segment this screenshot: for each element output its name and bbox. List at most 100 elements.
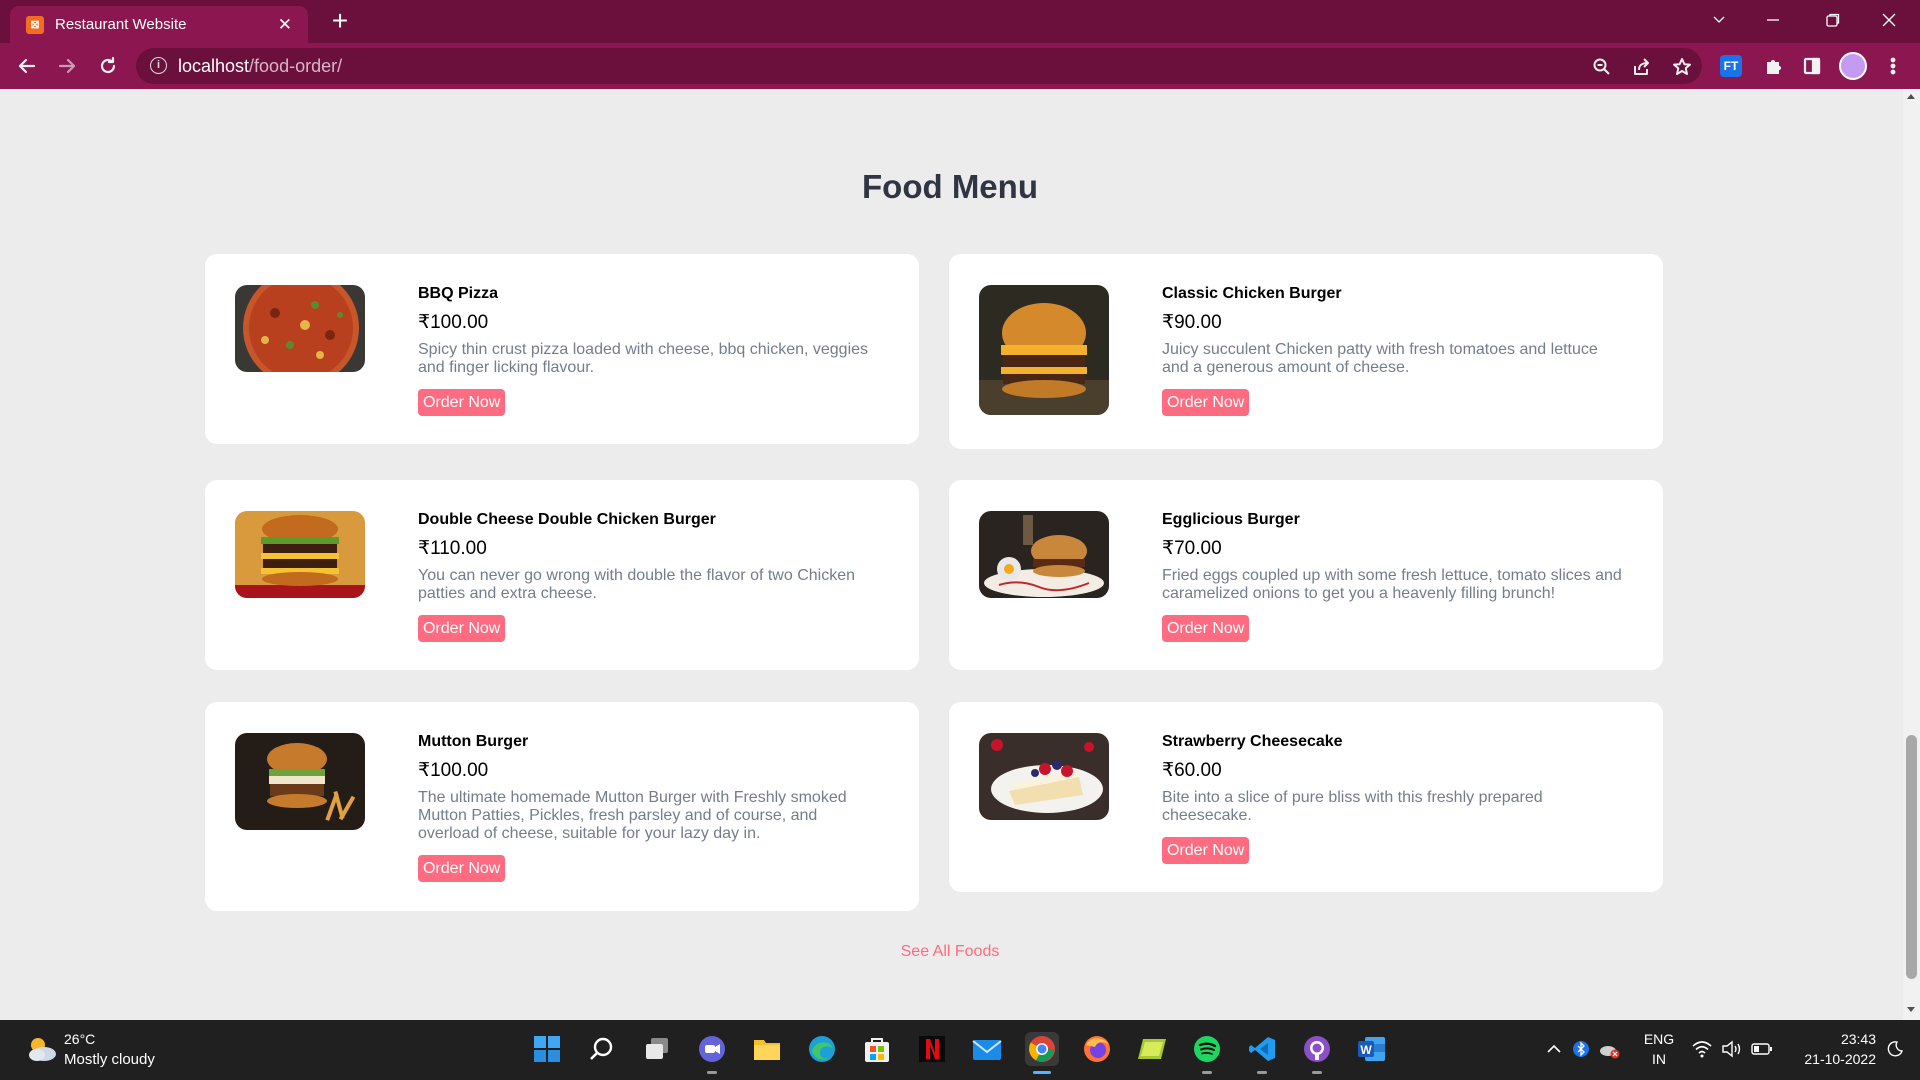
food-price: ₹110.00 [418,538,487,559]
svg-text:W: W [1360,1043,1372,1057]
share-icon[interactable] [1630,55,1654,79]
minimize-icon[interactable] [1750,0,1796,40]
tab-close-icon[interactable]: ✕ [278,6,292,43]
back-arrow-icon[interactable] [12,51,42,81]
tab-restaurant-website[interactable]: ⊠ Restaurant Website ✕ [10,6,308,43]
address-bar[interactable]: i localhost/food-order/ [136,48,1702,84]
food-details: BBQ Pizza ₹100.00 Spicy thin crust pizza… [418,284,879,416]
order-now-button[interactable]: Order Now [1162,389,1250,416]
running-indicator [1257,1071,1267,1074]
food-details: Egglicious Burger ₹70.00 Fried eggs coup… [1162,510,1623,642]
see-all-foods-link[interactable]: See All Foods [0,943,1900,961]
reload-icon[interactable] [93,51,123,81]
show-hidden-icons-chevron-up-icon[interactable] [1536,1032,1572,1066]
food-details: Classic Chicken Burger ₹90.00 Juicy succ… [1162,284,1623,416]
volume-icon[interactable] [1718,1032,1746,1066]
forward-arrow-icon[interactable] [52,51,82,81]
order-now-button[interactable]: Order Now [1162,837,1250,864]
page-scrollbar[interactable] [1903,89,1920,1020]
food-card: Strawberry Cheesecake ₹60.00 Bite into a… [949,702,1663,892]
new-tab-button[interactable]: + [324,6,356,38]
food-price: ₹100.00 [418,760,489,781]
food-price: ₹100.00 [418,312,489,333]
food-description: Bite into a slice of pure bliss with thi… [1162,789,1543,824]
clock-time[interactable]: 23:43 [1786,1031,1876,1047]
chrome-icon[interactable] [1025,1032,1059,1074]
word-icon[interactable]: W [1355,1032,1389,1066]
network-error-icon[interactable] [1596,1032,1622,1066]
weather-cloud-icon[interactable] [26,1034,58,1064]
start-icon[interactable] [530,1032,564,1066]
running-indicator [1202,1071,1212,1074]
weather-description[interactable]: Mostly cloudy [64,1051,155,1068]
food-card: Double Cheese Double Chicken Burger ₹110… [205,480,919,670]
food-price: ₹60.00 [1162,760,1222,781]
food-card: Egglicious Burger ₹70.00 Fried eggs coup… [949,480,1663,670]
double-burger-image [235,511,365,598]
url-text[interactable]: localhost/food-order/ [178,48,342,84]
tab-bar: ⊠ Restaurant Website ✕ + [0,0,1920,43]
spotify-icon[interactable] [1190,1032,1224,1074]
zoom-icon[interactable] [1590,55,1614,79]
food-price: ₹70.00 [1162,538,1222,559]
profile-avatar[interactable] [1839,52,1867,80]
github-icon[interactable] [1300,1032,1334,1074]
search-icon[interactable] [585,1032,619,1066]
page-viewport: Food Menu BBQ Pizza ₹100.00 Spicy thin c… [0,89,1903,1020]
food-description: Fried eggs coupled up with some fresh le… [1162,567,1622,602]
taskbar: 26°C Mostly cloudy W ENG IN 23:43 21-10-… [0,1020,1920,1080]
cheesecake-image [979,733,1109,820]
food-details: Double Cheese Double Chicken Burger ₹110… [418,510,879,642]
netflix-icon[interactable] [915,1032,949,1066]
food-name: Mutton Burger [418,733,529,750]
food-name: Double Cheese Double Chicken Burger [418,511,716,528]
bluetooth-icon[interactable] [1568,1032,1594,1066]
burger-image [979,285,1109,415]
store-icon[interactable] [860,1032,894,1066]
battery-icon[interactable] [1748,1032,1776,1066]
task-view-icon[interactable] [640,1032,674,1066]
side-panel-icon[interactable] [1797,51,1827,81]
wifi-icon[interactable] [1688,1032,1716,1066]
language-indicator[interactable]: ENG [1636,1031,1682,1047]
do-not-disturb-moon-icon[interactable] [1880,1032,1910,1066]
tab-search-icon[interactable] [1696,0,1742,40]
bookmark-star-icon[interactable] [1670,55,1694,79]
egg-burger-image [979,511,1109,598]
tab-title: Restaurant Website [55,16,187,33]
mail-icon[interactable] [970,1032,1004,1066]
food-details: Mutton Burger ₹100.00 The ultimate homem… [418,732,879,882]
site-info-icon[interactable]: i [150,57,167,74]
notes-icon[interactable] [1135,1032,1169,1066]
order-now-button[interactable]: Order Now [418,855,506,882]
file-explorer-icon[interactable] [750,1032,784,1066]
food-name: Egglicious Burger [1162,511,1300,528]
scroll-up-arrow-icon[interactable] [1907,94,1915,99]
extensions-puzzle-icon[interactable] [1759,51,1789,81]
scroll-thumb[interactable] [1906,735,1917,979]
food-card: BBQ Pizza ₹100.00 Spicy thin crust pizza… [205,254,919,444]
more-menu-icon[interactable] [1878,51,1908,81]
running-indicator [707,1071,717,1074]
chat-icon[interactable] [695,1032,729,1074]
clock-date[interactable]: 21-10-2022 [1786,1051,1876,1067]
scroll-down-arrow-icon[interactable] [1907,1007,1915,1012]
food-description: You can never go wrong with double the f… [418,567,856,602]
order-now-button[interactable]: Order Now [418,615,506,642]
food-name: Strawberry Cheesecake [1162,733,1343,750]
close-window-icon[interactable] [1866,0,1912,40]
food-description: Spicy thin crust pizza loaded with chees… [418,341,869,376]
vscode-icon[interactable] [1245,1032,1279,1074]
food-name: BBQ Pizza [418,285,499,302]
firefox-icon[interactable] [1080,1032,1114,1066]
weather-temperature[interactable]: 26°C [64,1031,95,1047]
order-now-button[interactable]: Order Now [418,389,506,416]
region-indicator[interactable]: IN [1636,1051,1682,1067]
food-price: ₹90.00 [1162,312,1222,333]
order-now-button[interactable]: Order Now [1162,615,1250,642]
restore-icon[interactable] [1810,0,1856,40]
ft-extension-icon[interactable]: FT [1720,55,1742,77]
edge-icon[interactable] [805,1032,839,1066]
mutton-burger-image [235,733,365,830]
xampp-favicon-icon: ⊠ [26,16,44,34]
